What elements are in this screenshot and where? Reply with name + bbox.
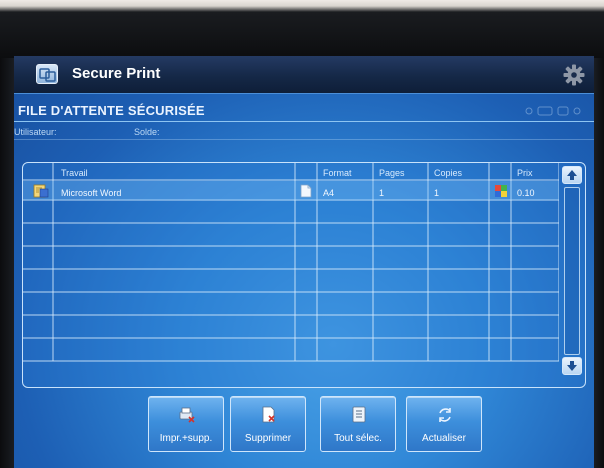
copies-cell: 1 [434, 188, 440, 198]
device-bezel-right [594, 58, 604, 468]
app-title: Secure Print [72, 65, 161, 82]
balance-label: Solde: [134, 127, 160, 137]
column-header-format[interactable]: Format [323, 168, 352, 178]
price-cell: 0.10 [517, 188, 535, 198]
user-label: Utilisateur: [14, 127, 57, 137]
select-all-button[interactable]: Tout sélec. [320, 396, 396, 452]
column-header-price[interactable]: Prix [517, 168, 533, 178]
scroll-up-button[interactable] [562, 166, 582, 184]
scroll-down-button[interactable] [562, 357, 582, 375]
print-delete-label: Impr.+supp. [159, 433, 213, 444]
refresh-button[interactable]: Actualiser [406, 396, 482, 452]
file-icon [300, 184, 312, 198]
select-all-icon [352, 406, 366, 423]
refresh-icon [439, 408, 451, 422]
arrow-down-icon [567, 361, 577, 371]
column-header-pages[interactable]: Pages [379, 168, 405, 178]
device-bezel-top [0, 0, 604, 58]
delete-button[interactable]: Supprimer [230, 396, 306, 452]
device-bezel-left [0, 58, 14, 468]
job-name-cell: Microsoft Word [61, 188, 122, 198]
format-cell: A4 [323, 188, 335, 198]
column-header-copies[interactable]: Copies [434, 168, 462, 178]
pages-cell: 1 [379, 188, 385, 198]
queue-header: FILE D'ATTENTE SÉCURISÉE [14, 98, 594, 122]
refresh-label: Actualiser [422, 433, 466, 444]
word-document-icon [33, 184, 49, 198]
color-print-icon [495, 185, 507, 197]
secure-print-icon [36, 64, 58, 84]
page-indicator-icon [525, 106, 581, 116]
job-list-panel: Travail Format Pages Copies Prix Microso… [22, 162, 586, 388]
delete-label: Supprimer [244, 433, 292, 444]
gear-icon[interactable] [563, 64, 585, 86]
user-info-row: Utilisateur: Solde: [14, 124, 594, 140]
select-all-label: Tout sélec. [334, 433, 382, 444]
title-bar: Secure Print [14, 56, 594, 94]
divider [14, 139, 594, 140]
queue-title: FILE D'ATTENTE SÉCURISÉE [18, 103, 205, 118]
column-header-job[interactable]: Travail [61, 168, 88, 178]
print-delete-icon [179, 407, 195, 423]
arrow-up-icon [567, 170, 577, 180]
print-delete-button[interactable]: Impr.+supp. [148, 396, 224, 452]
scrollbar-track[interactable] [564, 187, 580, 355]
touch-screen: Secure Print FILE D'ATTENTE SÉCURISÉE Ut… [14, 56, 594, 468]
delete-icon [262, 406, 275, 423]
